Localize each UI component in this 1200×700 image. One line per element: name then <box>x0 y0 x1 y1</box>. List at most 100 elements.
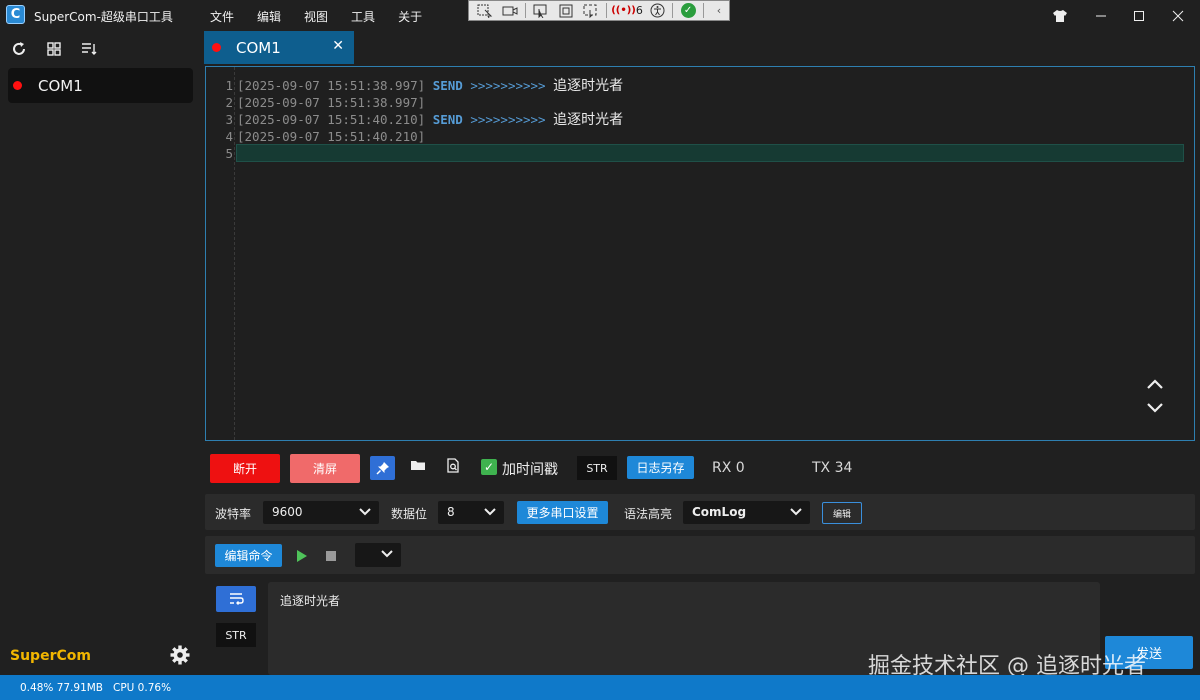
edit-commands-button[interactable]: 编辑命令 <box>215 544 282 567</box>
file-search-icon[interactable] <box>445 458 463 476</box>
line-number: 3 <box>225 112 233 127</box>
grid-icon[interactable] <box>45 40 63 58</box>
rx-counter: RX 0 <box>712 460 745 476</box>
tx-counter: TX 34 <box>812 460 853 476</box>
toolbar-separator <box>672 3 673 18</box>
close-window-icon[interactable] <box>1158 0 1198 31</box>
memory-usage: 0.48% 77.91MB <box>20 682 104 694</box>
data-bits-select[interactable]: 8 <box>438 501 504 524</box>
timestamp-checkbox[interactable]: ✓ <box>481 459 497 475</box>
chevron-down-icon <box>381 550 393 558</box>
timestamp: [2025-09-07 15:51:40.210] <box>237 129 426 144</box>
baud-rate-label: 波特率 <box>215 507 252 521</box>
menu-bar: 文件 编辑 视图 工具 关于 <box>210 8 422 25</box>
syntax-highlight-select[interactable]: ComLog <box>683 501 810 524</box>
log-line: 5 <box>206 145 1194 162</box>
chevron-down-icon <box>484 508 496 516</box>
save-log-button[interactable]: 日志另存 <box>627 456 694 479</box>
baud-rate-value: 9600 <box>272 505 303 519</box>
log-line: 2 [2025-09-07 15:51:38.997] <box>206 94 1194 111</box>
control-bar: 断开 清屏 ✓ 加时间戳 STR 日志另存 RX 0 TX 34 <box>205 449 1195 487</box>
display-format-toggle[interactable]: STR <box>577 456 617 480</box>
send-arrows: >>>>>>>>>> <box>470 112 546 127</box>
send-keyword: SEND <box>432 78 463 93</box>
log-line: 3 [2025-09-07 15:51:40.210] SEND >>>>>>>… <box>206 111 1194 128</box>
minimize-icon[interactable] <box>1081 0 1121 31</box>
tab-close-icon[interactable]: ✕ <box>332 38 344 54</box>
log-line: 1 [2025-09-07 15:51:38.997] SEND >>>>>>>… <box>206 77 1194 94</box>
binding-errors-icon[interactable]: ((•)) 6 <box>611 3 643 19</box>
edit-syntax-button[interactable]: 编辑 <box>822 502 862 524</box>
scroll-down-icon[interactable] <box>1146 401 1166 419</box>
menu-about[interactable]: 关于 <box>398 8 422 25</box>
command-bar: 编辑命令 <box>205 536 1195 574</box>
focus-icon[interactable] <box>581 3 601 19</box>
timestamp: [2025-09-07 15:51:38.997] <box>237 95 426 110</box>
sidebar-item-label: COM1 <box>38 76 83 95</box>
sent-message: 追逐时光者 <box>553 112 624 128</box>
accessibility-icon[interactable] <box>647 3 667 19</box>
menu-edit[interactable]: 编辑 <box>257 8 281 25</box>
scroll-up-icon[interactable] <box>1146 377 1166 395</box>
timestamp: [2025-09-07 15:51:40.210] <box>237 112 426 127</box>
more-serial-settings-button[interactable]: 更多串口设置 <box>517 501 608 524</box>
theme-shirt-icon[interactable] <box>1040 0 1080 31</box>
timestamp-label: 加时间戳 <box>502 462 558 478</box>
command-select[interactable] <box>355 543 401 567</box>
data-bits-value: 8 <box>447 505 455 519</box>
folder-icon[interactable] <box>410 458 428 476</box>
data-bits-label: 数据位 <box>391 507 428 521</box>
line-content: [2025-09-07 15:51:40.210] <box>237 128 425 145</box>
sort-list-icon[interactable] <box>80 40 98 58</box>
tab-com1[interactable]: COM1 ✕ <box>204 31 354 64</box>
line-content: [2025-09-07 15:51:38.997] <box>237 94 425 111</box>
line-number: 5 <box>225 146 233 161</box>
cpu-usage: CPU 0.76% <box>113 682 172 694</box>
select-element-icon[interactable] <box>475 3 495 19</box>
status-bar: 0.48% 77.91MB CPU 0.76% <box>0 675 1200 700</box>
check-icon[interactable]: ✓ <box>678 3 698 19</box>
baud-rate-select[interactable]: 9600 <box>263 501 379 524</box>
brand-label: SuperCom <box>10 648 91 664</box>
settings-gear-icon[interactable] <box>169 644 191 666</box>
maximize-icon[interactable] <box>1119 0 1159 31</box>
toolbar-separator <box>703 3 704 18</box>
disconnect-button[interactable]: 断开 <box>210 454 280 483</box>
toolbar-separator <box>606 3 608 18</box>
tab-status-dot <box>212 43 221 52</box>
menu-file[interactable]: 文件 <box>210 8 234 25</box>
title-bar: C SuperCom-超级串口工具 文件 编辑 视图 工具 关于 ((•))6 <box>0 0 1200 31</box>
binding-errors-count: 6 <box>635 4 643 17</box>
word-wrap-icon[interactable] <box>216 586 256 612</box>
app-title: SuperCom-超级串口工具 <box>34 10 173 24</box>
log-line: 4 [2025-09-07 15:51:40.210] <box>206 128 1194 145</box>
send-format-toggle[interactable]: STR <box>216 623 256 647</box>
clear-screen-button[interactable]: 清屏 <box>290 454 360 483</box>
send-keyword: SEND <box>432 112 463 127</box>
tab-label: COM1 <box>236 38 281 57</box>
pin-icon[interactable] <box>370 456 395 480</box>
pointer-icon[interactable] <box>531 3 551 19</box>
log-editor[interactable]: 1 [2025-09-07 15:51:38.997] SEND >>>>>>>… <box>205 66 1195 441</box>
sent-message: 追逐时光者 <box>553 78 624 94</box>
port-status-dot <box>13 81 22 90</box>
menu-tools[interactable]: 工具 <box>351 8 375 25</box>
frame-icon[interactable] <box>556 3 576 19</box>
play-icon[interactable] <box>295 549 309 563</box>
sidebar-toolbar <box>10 40 98 58</box>
serial-settings-bar: 波特率 9600 数据位 8 更多串口设置 语法高亮 ComLog 编辑 <box>205 494 1195 530</box>
line-content: [2025-09-07 15:51:40.210] SEND >>>>>>>>>… <box>237 111 623 129</box>
video-icon[interactable] <box>500 3 520 19</box>
chevron-down-icon <box>790 508 802 516</box>
refresh-icon[interactable] <box>10 40 28 58</box>
collapse-chevron-icon[interactable]: ‹ <box>709 3 729 19</box>
line-number: 1 <box>225 78 233 93</box>
syntax-highlight-value: ComLog <box>692 505 747 519</box>
sidebar-item-com1[interactable]: COM1 <box>8 68 193 103</box>
line-number: 2 <box>225 95 233 110</box>
send-arrows: >>>>>>>>>> <box>470 78 546 93</box>
timestamp: [2025-09-07 15:51:38.997] <box>237 78 426 93</box>
stop-icon[interactable] <box>325 550 337 562</box>
sidebar: COM1 SuperCom <box>0 31 200 675</box>
menu-view[interactable]: 视图 <box>304 8 328 25</box>
